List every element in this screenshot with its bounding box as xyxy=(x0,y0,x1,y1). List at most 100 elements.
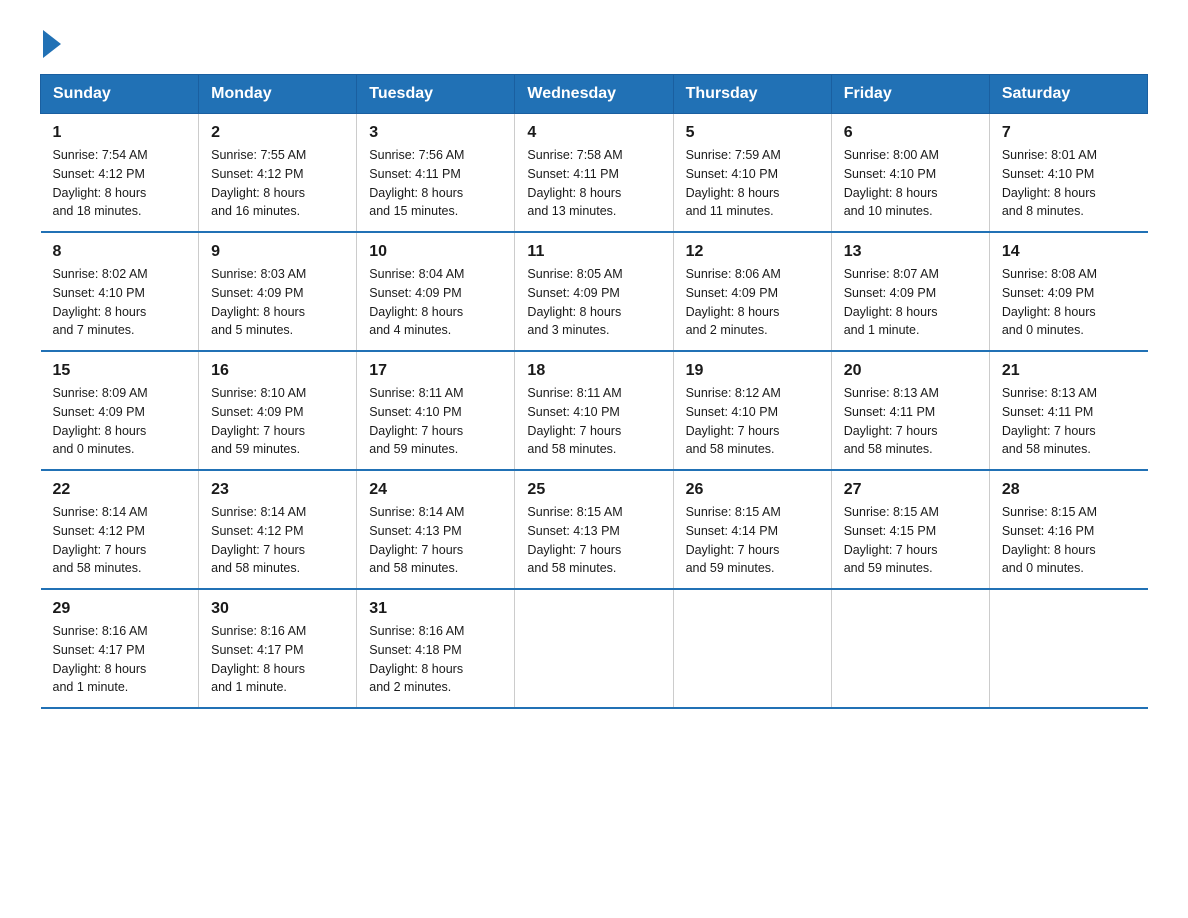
calendar-cell: 29 Sunrise: 8:16 AMSunset: 4:17 PMDaylig… xyxy=(41,589,199,708)
day-number: 12 xyxy=(686,243,819,261)
calendar-cell: 26 Sunrise: 8:15 AMSunset: 4:14 PMDaylig… xyxy=(673,470,831,589)
calendar-cell: 16 Sunrise: 8:10 AMSunset: 4:09 PMDaylig… xyxy=(199,351,357,470)
calendar-cell xyxy=(673,589,831,708)
calendar-week-row: 1 Sunrise: 7:54 AMSunset: 4:12 PMDayligh… xyxy=(41,114,1148,233)
day-info: Sunrise: 8:15 AMSunset: 4:15 PMDaylight:… xyxy=(844,503,977,578)
day-number: 8 xyxy=(53,243,187,261)
day-number: 3 xyxy=(369,124,502,142)
page-header xyxy=(40,30,1148,54)
calendar-cell: 7 Sunrise: 8:01 AMSunset: 4:10 PMDayligh… xyxy=(989,114,1147,233)
calendar-cell: 8 Sunrise: 8:02 AMSunset: 4:10 PMDayligh… xyxy=(41,232,199,351)
day-info: Sunrise: 7:59 AMSunset: 4:10 PMDaylight:… xyxy=(686,146,819,221)
calendar-cell: 31 Sunrise: 8:16 AMSunset: 4:18 PMDaylig… xyxy=(357,589,515,708)
day-number: 25 xyxy=(527,481,660,499)
calendar-cell: 9 Sunrise: 8:03 AMSunset: 4:09 PMDayligh… xyxy=(199,232,357,351)
day-info: Sunrise: 8:05 AMSunset: 4:09 PMDaylight:… xyxy=(527,265,660,340)
weekday-header-tuesday: Tuesday xyxy=(357,75,515,114)
day-number: 6 xyxy=(844,124,977,142)
day-info: Sunrise: 8:13 AMSunset: 4:11 PMDaylight:… xyxy=(1002,384,1136,459)
day-info: Sunrise: 8:16 AMSunset: 4:17 PMDaylight:… xyxy=(211,622,344,697)
day-number: 30 xyxy=(211,600,344,618)
day-info: Sunrise: 8:15 AMSunset: 4:16 PMDaylight:… xyxy=(1002,503,1136,578)
calendar-cell: 5 Sunrise: 7:59 AMSunset: 4:10 PMDayligh… xyxy=(673,114,831,233)
day-number: 31 xyxy=(369,600,502,618)
calendar-cell: 14 Sunrise: 8:08 AMSunset: 4:09 PMDaylig… xyxy=(989,232,1147,351)
day-info: Sunrise: 8:11 AMSunset: 4:10 PMDaylight:… xyxy=(369,384,502,459)
day-info: Sunrise: 7:55 AMSunset: 4:12 PMDaylight:… xyxy=(211,146,344,221)
calendar-cell: 1 Sunrise: 7:54 AMSunset: 4:12 PMDayligh… xyxy=(41,114,199,233)
calendar-week-row: 29 Sunrise: 8:16 AMSunset: 4:17 PMDaylig… xyxy=(41,589,1148,708)
day-number: 16 xyxy=(211,362,344,380)
day-number: 18 xyxy=(527,362,660,380)
logo xyxy=(40,30,61,54)
day-number: 21 xyxy=(1002,362,1136,380)
calendar-cell: 13 Sunrise: 8:07 AMSunset: 4:09 PMDaylig… xyxy=(831,232,989,351)
day-number: 15 xyxy=(53,362,187,380)
day-info: Sunrise: 8:07 AMSunset: 4:09 PMDaylight:… xyxy=(844,265,977,340)
weekday-header-friday: Friday xyxy=(831,75,989,114)
weekday-header-sunday: Sunday xyxy=(41,75,199,114)
calendar-cell: 27 Sunrise: 8:15 AMSunset: 4:15 PMDaylig… xyxy=(831,470,989,589)
day-number: 22 xyxy=(53,481,187,499)
day-info: Sunrise: 8:06 AMSunset: 4:09 PMDaylight:… xyxy=(686,265,819,340)
day-number: 13 xyxy=(844,243,977,261)
weekday-header-row: SundayMondayTuesdayWednesdayThursdayFrid… xyxy=(41,75,1148,114)
day-number: 27 xyxy=(844,481,977,499)
calendar-cell xyxy=(515,589,673,708)
day-number: 29 xyxy=(53,600,187,618)
day-number: 5 xyxy=(686,124,819,142)
day-info: Sunrise: 7:56 AMSunset: 4:11 PMDaylight:… xyxy=(369,146,502,221)
day-number: 7 xyxy=(1002,124,1136,142)
calendar-cell: 28 Sunrise: 8:15 AMSunset: 4:16 PMDaylig… xyxy=(989,470,1147,589)
calendar-cell: 2 Sunrise: 7:55 AMSunset: 4:12 PMDayligh… xyxy=(199,114,357,233)
calendar-cell: 23 Sunrise: 8:14 AMSunset: 4:12 PMDaylig… xyxy=(199,470,357,589)
day-info: Sunrise: 8:14 AMSunset: 4:13 PMDaylight:… xyxy=(369,503,502,578)
day-number: 11 xyxy=(527,243,660,261)
weekday-header-saturday: Saturday xyxy=(989,75,1147,114)
calendar-cell: 20 Sunrise: 8:13 AMSunset: 4:11 PMDaylig… xyxy=(831,351,989,470)
day-info: Sunrise: 8:04 AMSunset: 4:09 PMDaylight:… xyxy=(369,265,502,340)
day-number: 9 xyxy=(211,243,344,261)
day-number: 1 xyxy=(53,124,187,142)
day-number: 20 xyxy=(844,362,977,380)
calendar-cell: 18 Sunrise: 8:11 AMSunset: 4:10 PMDaylig… xyxy=(515,351,673,470)
calendar-cell: 22 Sunrise: 8:14 AMSunset: 4:12 PMDaylig… xyxy=(41,470,199,589)
day-number: 28 xyxy=(1002,481,1136,499)
day-number: 26 xyxy=(686,481,819,499)
day-number: 4 xyxy=(527,124,660,142)
day-info: Sunrise: 7:54 AMSunset: 4:12 PMDaylight:… xyxy=(53,146,187,221)
weekday-header-thursday: Thursday xyxy=(673,75,831,114)
calendar-week-row: 22 Sunrise: 8:14 AMSunset: 4:12 PMDaylig… xyxy=(41,470,1148,589)
calendar-cell: 15 Sunrise: 8:09 AMSunset: 4:09 PMDaylig… xyxy=(41,351,199,470)
calendar-cell: 24 Sunrise: 8:14 AMSunset: 4:13 PMDaylig… xyxy=(357,470,515,589)
calendar-cell: 4 Sunrise: 7:58 AMSunset: 4:11 PMDayligh… xyxy=(515,114,673,233)
calendar-week-row: 8 Sunrise: 8:02 AMSunset: 4:10 PMDayligh… xyxy=(41,232,1148,351)
day-info: Sunrise: 8:16 AMSunset: 4:18 PMDaylight:… xyxy=(369,622,502,697)
weekday-header-wednesday: Wednesday xyxy=(515,75,673,114)
day-info: Sunrise: 8:14 AMSunset: 4:12 PMDaylight:… xyxy=(211,503,344,578)
day-number: 24 xyxy=(369,481,502,499)
day-info: Sunrise: 8:16 AMSunset: 4:17 PMDaylight:… xyxy=(53,622,187,697)
calendar-cell: 19 Sunrise: 8:12 AMSunset: 4:10 PMDaylig… xyxy=(673,351,831,470)
day-number: 17 xyxy=(369,362,502,380)
calendar-cell: 3 Sunrise: 7:56 AMSunset: 4:11 PMDayligh… xyxy=(357,114,515,233)
day-number: 14 xyxy=(1002,243,1136,261)
day-number: 10 xyxy=(369,243,502,261)
calendar-cell: 10 Sunrise: 8:04 AMSunset: 4:09 PMDaylig… xyxy=(357,232,515,351)
day-info: Sunrise: 8:14 AMSunset: 4:12 PMDaylight:… xyxy=(53,503,187,578)
calendar-cell: 12 Sunrise: 8:06 AMSunset: 4:09 PMDaylig… xyxy=(673,232,831,351)
calendar-week-row: 15 Sunrise: 8:09 AMSunset: 4:09 PMDaylig… xyxy=(41,351,1148,470)
day-info: Sunrise: 8:03 AMSunset: 4:09 PMDaylight:… xyxy=(211,265,344,340)
calendar-cell: 17 Sunrise: 8:11 AMSunset: 4:10 PMDaylig… xyxy=(357,351,515,470)
calendar-cell xyxy=(831,589,989,708)
day-info: Sunrise: 8:15 AMSunset: 4:13 PMDaylight:… xyxy=(527,503,660,578)
logo-arrow-icon xyxy=(43,30,61,58)
calendar-cell: 25 Sunrise: 8:15 AMSunset: 4:13 PMDaylig… xyxy=(515,470,673,589)
day-info: Sunrise: 8:02 AMSunset: 4:10 PMDaylight:… xyxy=(53,265,187,340)
day-number: 23 xyxy=(211,481,344,499)
day-info: Sunrise: 8:12 AMSunset: 4:10 PMDaylight:… xyxy=(686,384,819,459)
calendar-cell: 21 Sunrise: 8:13 AMSunset: 4:11 PMDaylig… xyxy=(989,351,1147,470)
day-info: Sunrise: 8:10 AMSunset: 4:09 PMDaylight:… xyxy=(211,384,344,459)
calendar-cell: 11 Sunrise: 8:05 AMSunset: 4:09 PMDaylig… xyxy=(515,232,673,351)
day-info: Sunrise: 8:00 AMSunset: 4:10 PMDaylight:… xyxy=(844,146,977,221)
